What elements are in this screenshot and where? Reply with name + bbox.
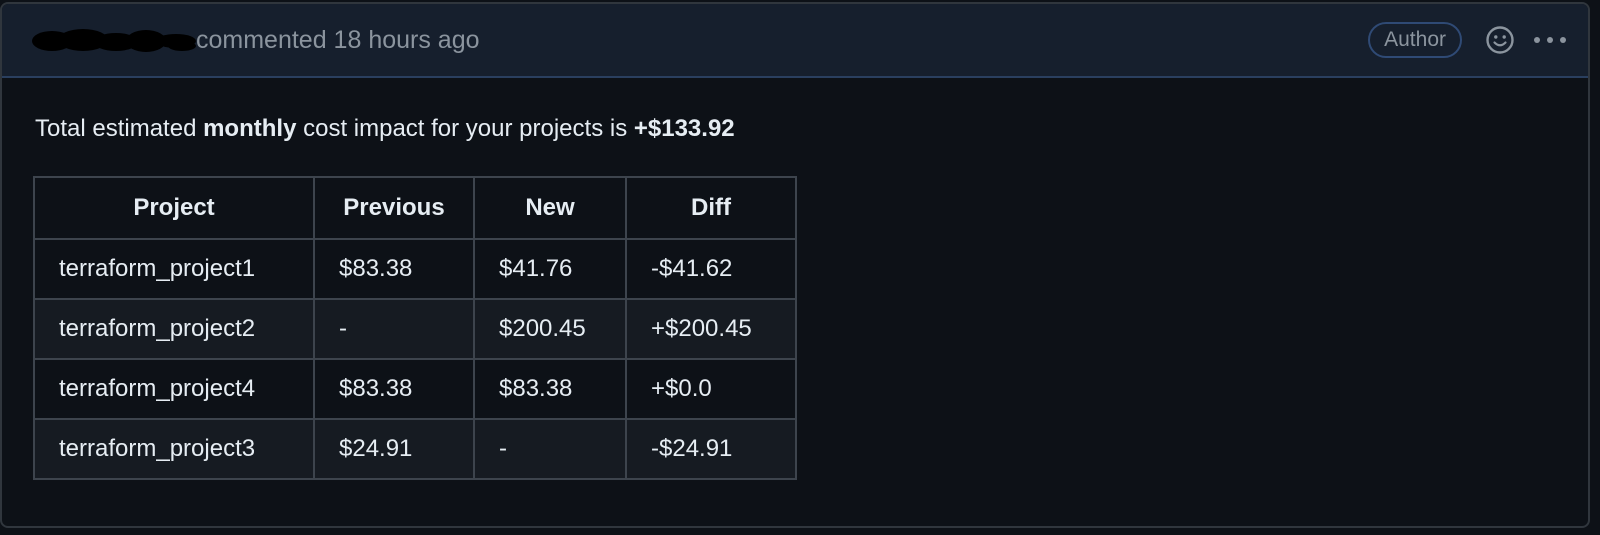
header-previous: Previous xyxy=(313,176,475,240)
redacted-author-name xyxy=(28,29,196,52)
cost-summary: Total estimated monthly cost impact for … xyxy=(35,114,1557,144)
summary-prefix: Total estimated xyxy=(35,115,204,142)
cell-diff: -$41.62 xyxy=(625,238,797,300)
kebab-menu-icon[interactable] xyxy=(1530,24,1570,56)
cell-previous: $24.91 xyxy=(313,418,475,480)
cell-new: $83.38 xyxy=(473,358,627,420)
comment-card: commented 18 hours ago Author Total esti… xyxy=(0,2,1590,528)
cell-diff: +$200.45 xyxy=(625,298,797,360)
cell-new: $200.45 xyxy=(473,298,627,360)
header-actions: Author xyxy=(1368,22,1570,58)
cell-new: - xyxy=(473,418,627,480)
table-row: terraform_project2 - $200.45 +$200.45 xyxy=(33,298,797,360)
table-row: terraform_project1 $83.38 $41.76 -$41.62 xyxy=(33,238,797,300)
table-row: terraform_project3 $24.91 - -$24.91 xyxy=(33,418,797,480)
header-new: New xyxy=(473,176,627,240)
summary-middle: cost impact for your projects is xyxy=(296,115,634,142)
summary-total: +$133.92 xyxy=(633,115,735,142)
cell-new: $41.76 xyxy=(473,238,627,300)
smiley-icon[interactable] xyxy=(1484,24,1516,56)
cell-project: terraform_project3 xyxy=(33,418,315,480)
author-badge: Author xyxy=(1368,22,1462,58)
comment-timestamp[interactable]: commented 18 hours ago xyxy=(196,26,480,55)
cell-previous: $83.38 xyxy=(313,238,475,300)
table-header-row: Project Previous New Diff xyxy=(33,176,797,240)
cell-project: terraform_project1 xyxy=(33,238,315,300)
table-row: terraform_project4 $83.38 $83.38 +$0.0 xyxy=(33,358,797,420)
cell-previous: - xyxy=(313,298,475,360)
header-diff: Diff xyxy=(625,176,797,240)
cell-project: terraform_project2 xyxy=(33,298,315,360)
summary-emphasis: monthly xyxy=(203,115,297,142)
comment-header: commented 18 hours ago Author xyxy=(2,4,1588,78)
header-project: Project xyxy=(33,176,315,240)
cell-diff: -$24.91 xyxy=(625,418,797,480)
cell-diff: +$0.0 xyxy=(625,358,797,420)
cell-project: terraform_project4 xyxy=(33,358,315,420)
cost-table: Project Previous New Diff terraform_proj… xyxy=(33,176,797,480)
comment-body: Total estimated monthly cost impact for … xyxy=(2,78,1588,480)
cell-previous: $83.38 xyxy=(313,358,475,420)
